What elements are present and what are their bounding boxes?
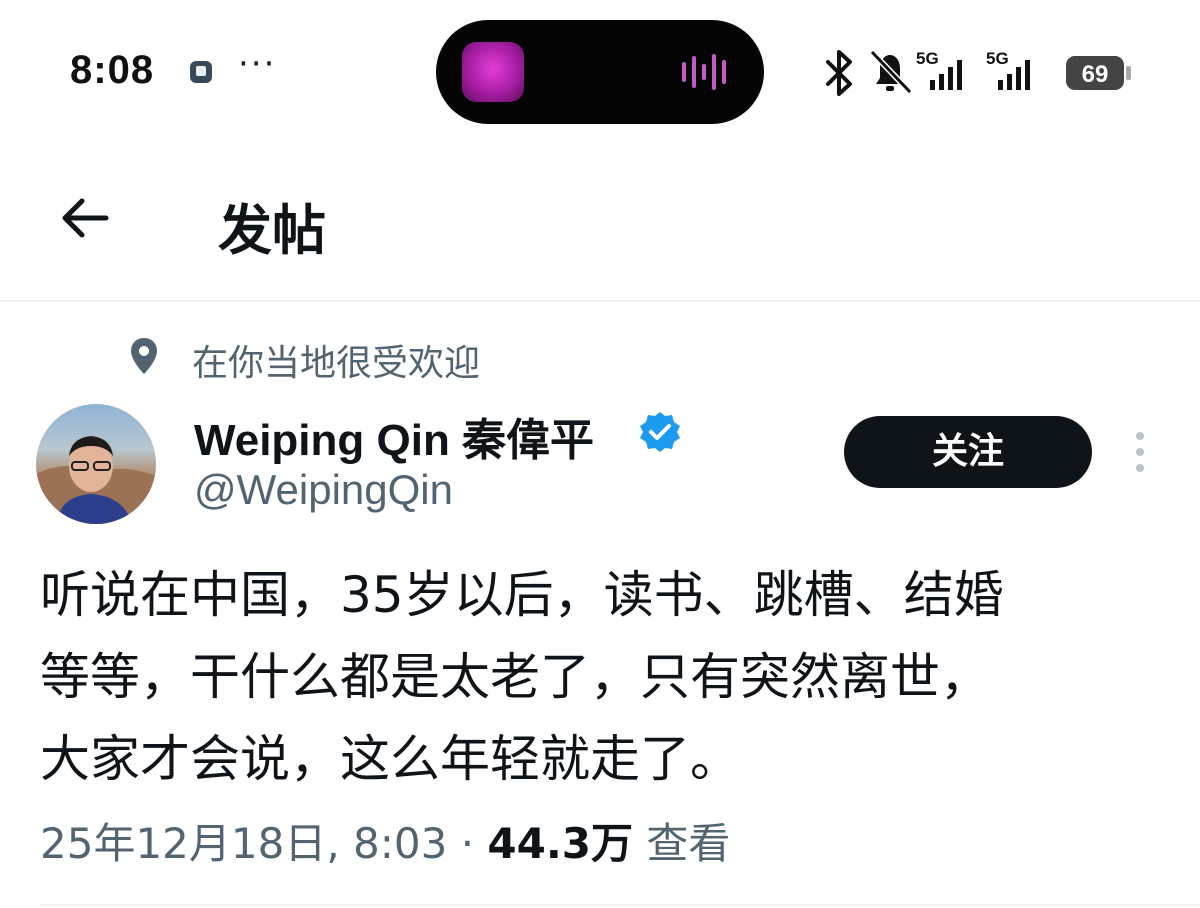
network-label-1: 5G bbox=[916, 49, 939, 68]
meta-divider bbox=[40, 904, 1200, 906]
status-overflow-dots: ··· bbox=[238, 44, 277, 84]
author-display-name[interactable]: Weiping Qin 秦偉平 bbox=[194, 404, 594, 468]
back-arrow-icon[interactable] bbox=[56, 188, 116, 248]
app-notification-icon bbox=[190, 61, 212, 83]
follow-button[interactable]: 关注 bbox=[844, 416, 1092, 488]
context-label: 在你当地很受欢迎 bbox=[192, 343, 481, 384]
bluetooth-icon bbox=[826, 50, 852, 96]
post-text: 听说在中国，35岁以后，读书、跳槽、结婚 等等，干什么都是太老了，只有突然离世，… bbox=[40, 566, 1004, 788]
media-thumbnail bbox=[462, 42, 524, 102]
battery-icon: 69 bbox=[1066, 56, 1131, 90]
status-right-icons: 5G 5G 69 bbox=[826, 49, 1131, 96]
bell-off-icon bbox=[869, 49, 913, 95]
status-time: 8:08 bbox=[70, 48, 155, 92]
more-vertical-icon[interactable] bbox=[1128, 430, 1152, 474]
tweet-detail-screen: 8:08 ··· 5G 5G 69 发帖 在你当地很受欢迎 Weiping Qi… bbox=[0, 0, 1200, 908]
post-meta: 25年12月18日, 8:03 · 44.3万 查看 bbox=[40, 810, 730, 871]
audio-wave-icon bbox=[682, 54, 726, 90]
location-pin-icon bbox=[131, 338, 157, 374]
network-label-2: 5G bbox=[986, 49, 1009, 68]
views-label: 查看 bbox=[633, 819, 731, 868]
dynamic-island[interactable] bbox=[436, 20, 764, 124]
page-title: 发帖 bbox=[218, 199, 326, 262]
author-handle[interactable]: @WeipingQin bbox=[194, 466, 453, 514]
svg-text:69: 69 bbox=[1082, 61, 1109, 88]
views-count[interactable]: 44.3万 bbox=[487, 819, 633, 868]
header-divider bbox=[0, 300, 1200, 302]
post-timestamp[interactable]: 25年12月18日, 8:03 · bbox=[40, 819, 487, 868]
verified-badge-icon bbox=[640, 412, 680, 452]
avatar[interactable] bbox=[36, 404, 156, 524]
